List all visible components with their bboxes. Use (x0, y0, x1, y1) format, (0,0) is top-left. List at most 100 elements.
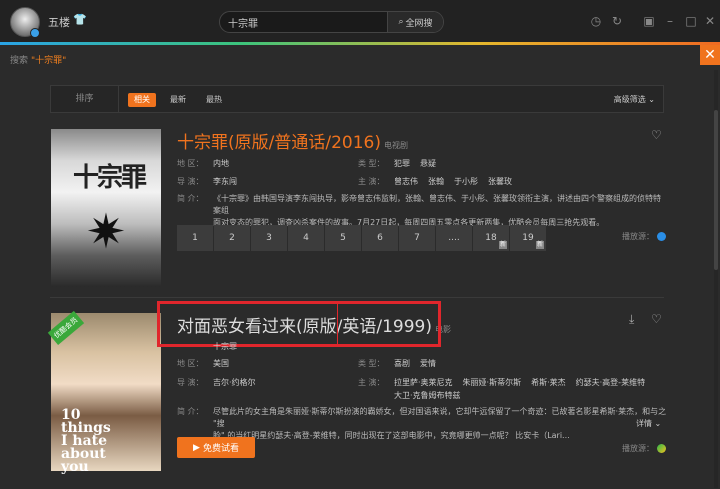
skin-icon[interactable]: 👕 (73, 13, 87, 26)
meta-cast: 主 演： 拉里萨·奥莱尼克 朱丽娅·斯蒂尔斯 希斯·莱杰 约瑟夫·高登-莱维特 (358, 377, 655, 388)
meta-director: 导 演： 吉尔·约格尔 (177, 377, 256, 388)
cast-value[interactable]: 大卫·克鲁姆布特兹 (394, 391, 461, 400)
search-all-label: 全网搜 (405, 18, 433, 29)
result-type: 电视剧 (383, 141, 408, 150)
sort-relevance[interactable]: 相关 (128, 93, 156, 107)
sort-hottest[interactable]: 最热 (200, 93, 228, 107)
episode-more-button[interactable]: .... (436, 225, 472, 251)
crumb-keyword: "十宗罪" (31, 56, 67, 66)
meta-genre: 类 型： 喜剧 爱情 (358, 358, 446, 369)
meta-alias: 十宗罪 (177, 341, 237, 352)
play-icon: ▶ (193, 442, 200, 453)
mini-mode-icon[interactable]: ▣ (642, 14, 656, 28)
episode-number: 18 (485, 233, 497, 243)
crumb-prefix: 搜索 (10, 56, 29, 66)
episode-number: .... (448, 233, 460, 243)
episode-button[interactable]: 4 (288, 225, 324, 251)
description: 简 介： 尽管此片的女主角是朱丽娅·斯蒂尔斯扮演的霸娇女，但对国语来说，它却牛远… (177, 406, 667, 440)
poster-10-things[interactable]: 优酷会员 10 things I hate about you (47, 310, 161, 475)
cast-value[interactable]: 于小彤 (454, 177, 478, 186)
episode-button[interactable]: 5 (325, 225, 361, 251)
meta-cast-line2: 大卫·克鲁姆布特兹 (394, 390, 461, 401)
region-value[interactable]: 内地 (213, 159, 229, 168)
episode-button[interactable]: 3 (251, 225, 287, 251)
poster-title: 10 things I hate about you (61, 407, 111, 475)
meta-region: 地 区： 美国 (177, 358, 229, 369)
refresh-icon[interactable]: ↻ (610, 14, 624, 28)
video-app-window: 五楼 👕 ⌕ 全网搜 ◷ ↻ ▣ – □ ✕ 搜索"十宗罪" ✕ 排序 相关 最… (0, 0, 720, 489)
scrollbar[interactable] (714, 70, 718, 488)
cast-value[interactable]: 朱丽娅·斯蒂尔斯 (463, 378, 522, 387)
chevron-down-icon: ⌄ (648, 95, 655, 104)
genre-value[interactable]: 喜剧 (394, 359, 410, 368)
vip-ribbon: 优酷会员 (47, 310, 85, 345)
desc-line: 尽管此片的女主角是朱丽娅·斯蒂尔斯扮演的霸娇女，但对国语来说，它却牛远保留了一个… (213, 407, 667, 428)
episode-button[interactable]: 19 新 (510, 225, 546, 251)
maximize-icon[interactable]: □ (684, 14, 698, 28)
advanced-filter-button[interactable]: 高级筛选 ⌄ (614, 94, 655, 105)
episode-button[interactable]: 1 (177, 225, 213, 251)
detail-label: 详情 (636, 419, 652, 428)
genre-value[interactable]: 悬疑 (420, 159, 436, 168)
alias-value: 十宗罪 (213, 342, 237, 351)
genre-value[interactable]: 爱情 (420, 359, 436, 368)
free-trial-button[interactable]: ▶ 免费试看 (177, 437, 255, 458)
accent-line (0, 42, 720, 45)
source-label: 播放源： (622, 232, 654, 241)
region-label: 地 区： (177, 159, 204, 168)
meta-cast: 主 演： 曾志伟 张翰 于小彤 张馨玫 (358, 176, 522, 187)
detail-link[interactable]: 详情 ⌄ (636, 418, 661, 429)
play-source[interactable]: 播放源： (622, 443, 666, 454)
result-title-text: 十宗罪(原版/普通话/2016) (177, 133, 381, 153)
episode-button[interactable]: 6 (362, 225, 398, 251)
play-source[interactable]: 播放源： (622, 231, 666, 242)
download-icon[interactable]: ⤓ (629, 312, 634, 327)
episode-number: 6 (377, 233, 383, 243)
desc-text: 《十宗罪》由韩国导演李东闯执导，影帝曾志伟监制，张翰、曾志伟、于小彤、张馨玫领衔… (213, 193, 667, 229)
episode-number: 7 (414, 233, 420, 243)
search-input[interactable] (228, 15, 388, 29)
meta-genre: 类 型： 犯罪 悬疑 (358, 158, 446, 169)
director-value[interactable]: 吉尔·约格尔 (213, 378, 256, 387)
episode-button[interactable]: 2 (214, 225, 250, 251)
genre-label: 类 型： (358, 159, 385, 168)
result-title[interactable]: 十宗罪(原版/普通话/2016) 电视剧 (177, 128, 408, 153)
cast-value[interactable]: 拉里萨·奥莱尼克 (394, 378, 453, 387)
advanced-filter-label: 高级筛选 (613, 95, 646, 104)
desc-label: 简 介： (177, 407, 204, 416)
desc-label: 简 介： (177, 194, 204, 203)
desc-line: 《十宗罪》由韩国导演李东闯执导，影帝曾志伟监制，张翰、曾志伟、于小彤、张馨玫领衔… (213, 194, 661, 215)
divider (50, 297, 664, 298)
minimize-icon[interactable]: – (663, 14, 677, 28)
cast-value[interactable]: 曾志伟 (394, 177, 418, 186)
description: 简 介： 《十宗罪》由韩国导演李东闯执导，影帝曾志伟监制，张翰、曾志伟、于小彤、… (177, 193, 667, 227)
history-icon[interactable]: ◷ (589, 14, 603, 28)
cast-value[interactable]: 张翰 (428, 177, 444, 186)
username[interactable]: 五楼 (48, 14, 70, 30)
poster-shi-zong-zui[interactable]: 十宗罪 ✷ (51, 129, 161, 287)
source-label: 播放源： (622, 444, 654, 453)
highlight-divider (337, 304, 338, 344)
free-trial-label: 免费试看 (202, 444, 239, 454)
genre-label: 类 型： (358, 359, 385, 368)
scrollbar-thumb[interactable] (714, 110, 718, 270)
new-badge: 新 (498, 241, 507, 249)
director-value[interactable]: 李东闯 (213, 177, 237, 186)
desc-text: 尽管此片的女主角是朱丽娅·斯蒂尔斯扮演的霸娇女，但对国语来说，它却牛远保留了一个… (213, 406, 667, 442)
cast-value[interactable]: 希斯·莱杰 (531, 378, 566, 387)
sort-newest[interactable]: 最新 (164, 93, 192, 107)
desc-line: 脸" 的当红明星约瑟夫·高登-莱维特，同时出现在了这部电影中，究竟哪更帅一点呢？… (213, 431, 570, 440)
episode-button[interactable]: 7 (399, 225, 435, 251)
cast-value[interactable]: 张馨玫 (488, 177, 512, 186)
region-value[interactable]: 美国 (213, 359, 229, 368)
favorite-add-icon[interactable]: ♡ (651, 312, 662, 326)
favorite-add-icon[interactable]: ♡ (651, 128, 662, 142)
episode-button[interactable]: 18 新 (473, 225, 509, 251)
close-window-icon[interactable]: ✕ (703, 14, 717, 28)
genre-value[interactable]: 犯罪 (394, 159, 410, 168)
search-bar: ⌕ 全网搜 (219, 11, 444, 33)
cast-label: 主 演： (358, 177, 385, 186)
search-all-button[interactable]: ⌕ 全网搜 (387, 12, 443, 32)
cast-value[interactable]: 约瑟夫·高登-莱维特 (576, 378, 645, 387)
close-search-button[interactable]: ✕ (700, 45, 720, 65)
